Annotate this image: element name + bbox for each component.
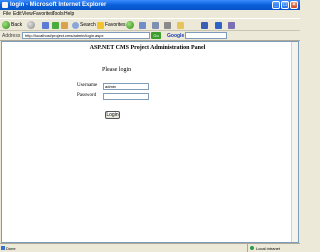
folder-icon[interactable]	[177, 22, 184, 29]
menu-favorites[interactable]: Favorites	[33, 11, 54, 17]
history-icon[interactable]	[139, 22, 146, 29]
back-icon[interactable]	[2, 21, 10, 29]
go-button[interactable]: Go	[151, 32, 161, 39]
print-icon[interactable]	[164, 22, 171, 29]
minimize-button[interactable]: _	[272, 1, 280, 9]
messenger-icon[interactable]	[215, 22, 222, 29]
status-text: Done	[6, 246, 16, 251]
search-icon[interactable]	[72, 22, 79, 29]
google-label: Google	[167, 33, 185, 39]
browser-window: login - Microsoft Internet Explorer _ □ …	[0, 0, 300, 252]
word-icon[interactable]	[201, 22, 208, 29]
menu-bar: File Edit View Favorites Tools Help	[0, 10, 300, 18]
back-label[interactable]: Back	[11, 22, 22, 30]
address-bar: Address http://localhost/project.cms/adm…	[0, 31, 300, 41]
google-search-input[interactable]	[185, 32, 227, 39]
menu-tools[interactable]: Tools	[52, 11, 64, 17]
favorites-icon[interactable]	[97, 22, 104, 29]
toolbar: Back Search Favorites	[0, 18, 300, 31]
password-field[interactable]	[103, 93, 149, 100]
login-prompt: Please login	[102, 67, 132, 73]
page-content: ASP.NET CMS Project Administration Panel…	[1, 41, 299, 243]
login-button[interactable]: Login	[105, 111, 120, 119]
forward-icon[interactable]	[27, 21, 35, 29]
title-bar: login - Microsoft Internet Explorer _ □ …	[0, 0, 300, 10]
maximize-button[interactable]: □	[281, 1, 289, 9]
password-label: Password	[77, 93, 97, 98]
username-label: Username	[77, 83, 98, 88]
mail-icon[interactable]	[152, 22, 159, 29]
status-bar: Done Local intranet	[0, 243, 300, 252]
stop-icon[interactable]	[42, 22, 49, 29]
username-field[interactable]: admin	[103, 83, 149, 90]
search-label[interactable]: Search	[80, 22, 96, 30]
address-label: Address	[2, 33, 21, 39]
intranet-icon	[250, 246, 254, 250]
menu-edit[interactable]: Edit	[13, 11, 22, 17]
address-input[interactable]: http://localhost/project.cms/admin/login…	[22, 32, 150, 39]
favorites-label[interactable]: Favorites	[105, 22, 126, 30]
refresh-icon[interactable]	[52, 22, 59, 29]
media-icon[interactable]	[126, 21, 134, 29]
vertical-scrollbar[interactable]	[291, 42, 298, 242]
menu-help[interactable]: Help	[64, 11, 74, 17]
ie-icon	[2, 2, 8, 8]
window-title: login - Microsoft Internet Explorer	[10, 2, 107, 8]
security-zone: Local intranet	[247, 244, 300, 252]
zone-label: Local intranet	[256, 246, 281, 251]
home-icon[interactable]	[61, 22, 68, 29]
page-title: ASP.NET CMS Project Administration Panel	[89, 45, 206, 51]
page-icon	[1, 246, 5, 250]
menu-view[interactable]: View	[22, 11, 33, 17]
menu-file[interactable]: File	[3, 11, 11, 17]
research-icon[interactable]	[228, 22, 235, 29]
close-button[interactable]: ×	[290, 1, 298, 9]
